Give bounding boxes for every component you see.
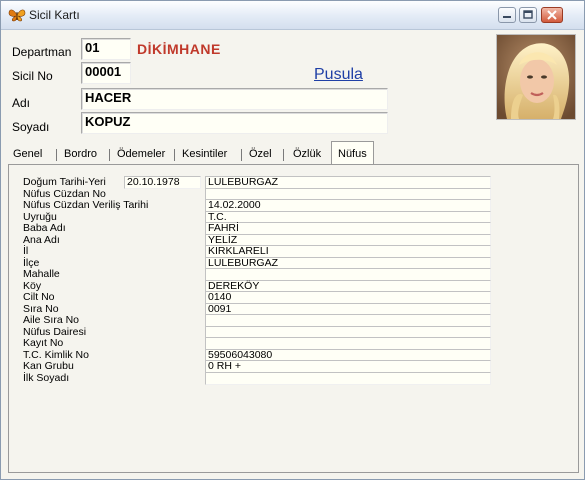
field-label: Kan Grubu (23, 360, 74, 372)
field-label: Sıra No (23, 302, 59, 315)
field-label: Ana Adı (23, 233, 60, 246)
minimize-button[interactable] (498, 7, 516, 23)
maximize-button[interactable] (519, 7, 537, 23)
nufus-row: Ana Adı YELİZ (9, 233, 580, 247)
nufus-row: Baba Adı FAHRİ (9, 222, 580, 235)
nufus-row: İlçe LULEBURGAZ (9, 256, 580, 270)
field-label: Baba Adı (23, 222, 66, 234)
nufus-row: Mahalle (9, 268, 580, 281)
field-label: Aile Sıra No (23, 314, 80, 326)
field-label: Nüfus Cüzdan No (23, 187, 106, 200)
field-label: Kayıt No (23, 337, 64, 349)
maximize-icon (523, 10, 533, 19)
minimize-icon (503, 16, 511, 18)
tab-divider (56, 149, 57, 161)
field-label: İlçe (23, 256, 40, 269)
field-label: T.C. Kimlik No (23, 348, 89, 361)
soyadi-label: Soyadı (12, 120, 50, 134)
tab-nufus[interactable]: Nüfus (331, 141, 374, 165)
field-label: Mahalle (23, 268, 60, 280)
employee-photo (496, 34, 576, 120)
dogum-row: Doğum Tarihi-Yeri 20.10.1978 LULEBURGAZ (9, 176, 580, 189)
nufus-row: Kan Grubu 0 RH + (9, 360, 580, 373)
nufus-row: Kayıt No (9, 337, 580, 350)
butterfly-icon (8, 7, 26, 23)
nufus-row: Cilt No 0140 (9, 291, 580, 304)
field-label: Köy (23, 279, 42, 292)
adi-field[interactable]: HACER (81, 88, 388, 110)
nufus-row: Sıra No 0091 (9, 302, 580, 316)
field-label: Cilt No (23, 291, 55, 303)
field-label: Uyruğu (23, 210, 57, 223)
nufus-panel: Doğum Tarihi-Yeri 20.10.1978 LULEBURGAZ … (8, 164, 579, 473)
departman-name: DİKİMHANE (137, 41, 221, 57)
tab-ozel[interactable]: Özel (245, 144, 276, 164)
field-label: Doğum Tarihi-Yeri (23, 176, 106, 188)
tab-divider (174, 149, 175, 161)
nufus-row: İl KIRKLARELI (9, 245, 580, 258)
title-bar[interactable]: Sicil Kartı (1, 1, 584, 30)
departman-code-field[interactable]: 01 (81, 38, 131, 60)
nufus-row: Köy DEREKÖY (9, 279, 580, 293)
field-label: İlk Soyadı (23, 371, 70, 384)
tab-divider (283, 149, 284, 161)
nufus-row: Nüfus Cüzdan Veriliş Tarihi 14.02.2000 (9, 199, 580, 212)
window-title: Sicil Kartı (29, 8, 80, 22)
adi-label: Adı (12, 96, 31, 110)
nufus-row: Nüfus Cüzdan No (9, 187, 580, 201)
tab-divider (241, 149, 242, 161)
sicil-no-field[interactable]: 00001 (81, 62, 131, 84)
field-value[interactable] (205, 371, 491, 385)
sicil-no-label: Sicil No (12, 69, 53, 83)
nufus-row: T.C. Kimlik No 59506043080 (9, 348, 580, 362)
field-label: Nüfus Dairesi (23, 325, 87, 338)
field-label: İl (23, 245, 29, 257)
tab-odemeler[interactable]: Ödemeler (113, 144, 169, 164)
field-label: Nüfus Cüzdan Veriliş Tarihi (23, 199, 149, 211)
tab-genel[interactable]: Genel (9, 144, 46, 164)
soyadi-field[interactable]: KOPUZ (81, 112, 388, 134)
pusula-link[interactable]: Pusula (314, 66, 363, 84)
nufus-row: Uyruğu T.C. (9, 210, 580, 224)
nufus-row: Aile Sıra No (9, 314, 580, 327)
sicil-karti-window: Sicil Kartı Departman 01 DİKİMHANE Sicil… (0, 0, 585, 480)
tab-divider (109, 149, 110, 161)
tab-kesintiler[interactable]: Kesintiler (178, 144, 231, 164)
nufus-row: Nüfus Dairesi (9, 325, 580, 339)
tab-ozluk[interactable]: Özlük (289, 144, 325, 164)
nufus-row: İlk Soyadı (9, 371, 580, 385)
close-button[interactable] (541, 7, 563, 23)
departman-label: Departman (12, 45, 72, 59)
tab-bordro[interactable]: Bordro (60, 144, 101, 164)
close-icon (547, 10, 557, 20)
